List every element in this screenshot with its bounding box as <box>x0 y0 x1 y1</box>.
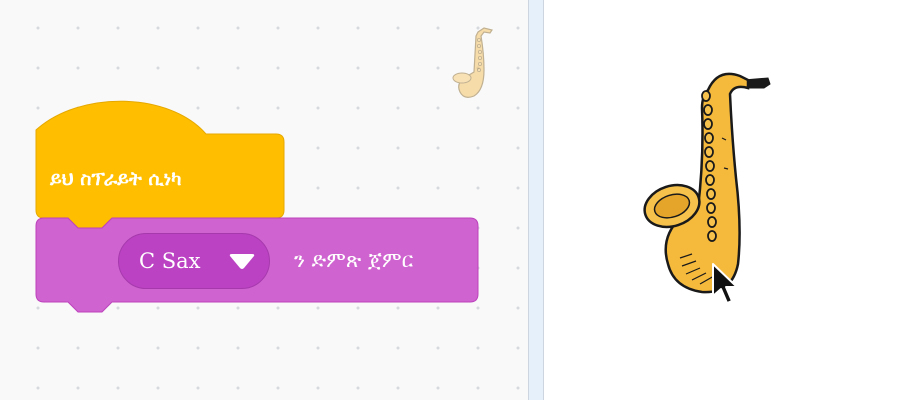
code-area[interactable]: ይህ ስፕራይት ሲነካ C Sax ን ድምጽ ጀምር <box>0 0 528 400</box>
scratch-editor: ይህ ስፕራይት ሲነካ C Sax ን ድምጽ ጀምር <box>0 0 900 400</box>
triangle-down-icon <box>229 254 255 269</box>
sound-dropdown[interactable]: C Sax <box>118 233 270 289</box>
mouse-pointer-icon <box>712 263 738 304</box>
hat-block-label: ይህ ስፕራይት ሲነካ <box>50 168 182 190</box>
sound-block-label: ን ድምጽ ጀምር <box>294 248 414 272</box>
block-stack <box>35 100 479 313</box>
pane-divider[interactable] <box>528 0 544 400</box>
sound-dropdown-value: C Sax <box>139 249 201 273</box>
